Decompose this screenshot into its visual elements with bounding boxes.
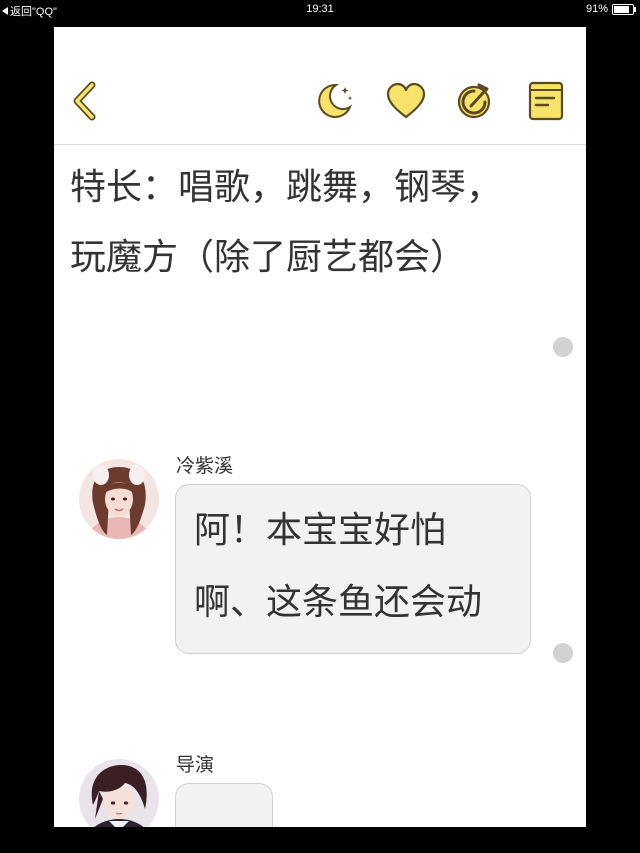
status-bar: 返回"QQ" 19:31 91% xyxy=(0,0,640,22)
chat-bubble[interactable]: …… xyxy=(175,783,273,827)
battery-status: 91% xyxy=(585,3,636,15)
read-marker-dot xyxy=(553,643,573,663)
avatar-image-girl xyxy=(79,459,159,539)
battery-percent: 91% xyxy=(585,3,608,15)
chat-bubble-text: …… xyxy=(176,784,272,827)
night-mode-button[interactable] xyxy=(312,79,356,123)
read-marker-dot xyxy=(553,337,573,357)
narration-text: 特长：唱歌，跳舞，钢琴，玩魔方（除了厨艺都会） xyxy=(70,167,503,278)
heart-icon xyxy=(386,82,426,119)
toolbar xyxy=(54,27,586,145)
story-content[interactable]: 特长：唱歌，跳舞，钢琴，玩魔方（除了厨艺都会） 冷紫溪 阿！本宝宝好怕啊、这条鱼… xyxy=(54,145,586,827)
moon-icon xyxy=(318,83,353,118)
battery-icon xyxy=(612,3,636,15)
story-reader: 特长：唱歌，跳舞，钢琴，玩魔方（除了厨艺都会） 冷紫溪 阿！本宝宝好怕啊、这条鱼… xyxy=(54,27,586,827)
book-icon xyxy=(528,81,564,121)
avatar[interactable] xyxy=(79,459,159,539)
refresh-icon xyxy=(457,83,491,119)
avatar[interactable] xyxy=(79,759,159,827)
chat-bubble[interactable]: 阿！本宝宝好怕啊、这条鱼还会动 xyxy=(175,484,531,654)
chevron-left-icon xyxy=(73,81,96,121)
chat-bubble-text: 阿！本宝宝好怕啊、这条鱼还会动 xyxy=(194,510,483,623)
back-button[interactable] xyxy=(64,79,108,123)
avatar-image-boy xyxy=(79,759,159,827)
replay-button[interactable] xyxy=(452,79,496,123)
speaker-name: 导演 xyxy=(176,754,215,776)
favorite-button[interactable] xyxy=(384,79,428,123)
catalog-button[interactable] xyxy=(524,79,568,123)
speaker-name: 冷紫溪 xyxy=(176,455,234,477)
battery-fill xyxy=(614,5,629,13)
status-time: 19:31 xyxy=(306,3,334,15)
